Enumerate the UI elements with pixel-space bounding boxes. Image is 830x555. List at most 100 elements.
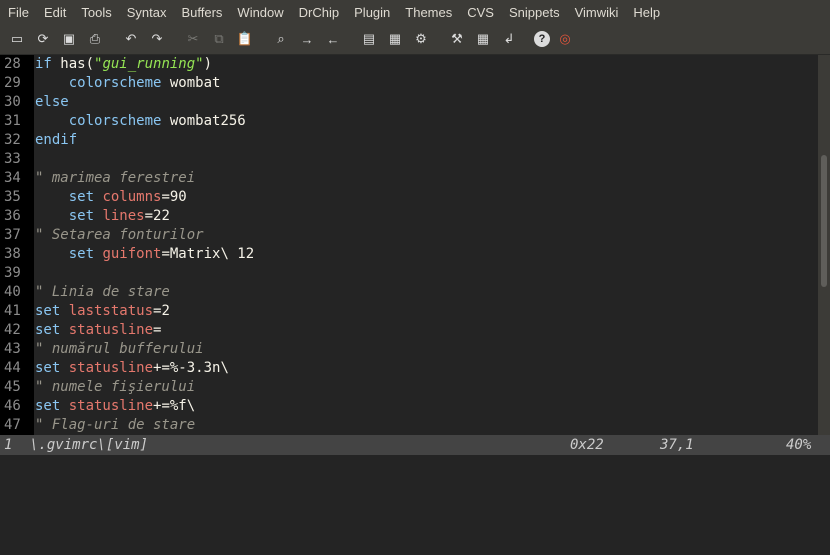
line-number: 39 bbox=[0, 264, 34, 283]
code-token: laststatus bbox=[68, 303, 154, 319]
cut-icon[interactable]: ✂ bbox=[182, 28, 204, 50]
editor-buffer[interactable]: 28 if has("gui_running") 29 colorscheme wo… bbox=[0, 55, 818, 435]
make-icon[interactable]: ⚒ bbox=[446, 28, 468, 50]
menu-cvs[interactable]: CVS bbox=[463, 5, 498, 20]
line-text: set lines=22 bbox=[34, 207, 170, 226]
line-number: 46 bbox=[0, 397, 34, 416]
code-line[interactable]: 41 set laststatus=2 bbox=[0, 302, 818, 321]
line-text bbox=[34, 264, 35, 283]
code-token: set bbox=[35, 303, 69, 319]
reload-icon[interactable]: ⟳ bbox=[32, 28, 54, 50]
help-icon[interactable]: ? bbox=[534, 31, 550, 47]
find-prev-icon[interactable]: ← bbox=[322, 28, 344, 50]
menu-drchip[interactable]: DrChip bbox=[295, 5, 343, 20]
code-token: wombat bbox=[161, 75, 221, 91]
menu-window[interactable]: Window bbox=[233, 5, 287, 20]
menu-snippets[interactable]: Snippets bbox=[505, 5, 564, 20]
menu-file[interactable]: File bbox=[4, 5, 33, 20]
line-text: set statusline= bbox=[34, 321, 161, 340]
open-icon[interactable]: ▭ bbox=[6, 28, 28, 50]
code-line[interactable]: 32 endif bbox=[0, 131, 818, 150]
status-percent: 40% bbox=[786, 437, 812, 453]
code-token: " marimea ferestrei bbox=[35, 170, 196, 186]
menu-plugin[interactable]: Plugin bbox=[350, 5, 394, 20]
status-char-code: 0x22 bbox=[570, 437, 604, 453]
line-number: 33 bbox=[0, 150, 34, 169]
find-icon[interactable]: ⌕ bbox=[270, 28, 292, 50]
line-text: " Flag-uri de stare bbox=[34, 416, 195, 435]
code-line[interactable]: 38 set guifont=Matrix\ 12 bbox=[0, 245, 818, 264]
print-icon[interactable]: ⎙ bbox=[84, 28, 106, 50]
code-line[interactable]: 29 colorscheme wombat bbox=[0, 74, 818, 93]
menu-syntax[interactable]: Syntax bbox=[123, 5, 171, 20]
code-line[interactable]: 40 " Linia de stare bbox=[0, 283, 818, 302]
menu-vimwiki[interactable]: Vimwiki bbox=[571, 5, 623, 20]
line-number: 47 bbox=[0, 416, 34, 435]
run-script-icon[interactable]: ⚙ bbox=[410, 28, 432, 50]
code-token: =22 bbox=[144, 208, 170, 224]
save-icon[interactable]: ▣ bbox=[58, 28, 80, 50]
menu-buffers[interactable]: Buffers bbox=[177, 5, 226, 20]
line-number: 29 bbox=[0, 74, 34, 93]
line-number: 34 bbox=[0, 169, 34, 188]
code-line[interactable]: 43 " numărul bufferului bbox=[0, 340, 818, 359]
tags-icon[interactable]: ▦ bbox=[472, 28, 494, 50]
line-text: set columns=90 bbox=[34, 188, 187, 207]
code-line[interactable]: 47 " Flag-uri de stare bbox=[0, 416, 818, 435]
menu-edit[interactable]: Edit bbox=[40, 5, 70, 20]
code-line[interactable]: 45 " numele fişierului bbox=[0, 378, 818, 397]
code-line[interactable]: 35 set columns=90 bbox=[0, 188, 818, 207]
vertical-scrollbar[interactable] bbox=[818, 55, 830, 435]
menu-help[interactable]: Help bbox=[629, 5, 664, 20]
code-token: colorscheme bbox=[68, 75, 162, 91]
scrollbar-thumb[interactable] bbox=[821, 155, 827, 287]
code-line[interactable]: 46 set statusline+=%f\ bbox=[0, 397, 818, 416]
code-token: set bbox=[68, 189, 103, 205]
code-line[interactable]: 28 if has("gui_running") bbox=[0, 55, 818, 74]
code-line[interactable]: 34 " marimea ferestrei bbox=[0, 169, 818, 188]
code-line[interactable]: 39 bbox=[0, 264, 818, 283]
code-token: guifont bbox=[102, 246, 162, 262]
code-line[interactable]: 37 " Setarea fonturilor bbox=[0, 226, 818, 245]
code-token: =2 bbox=[153, 303, 170, 319]
line-number: 28 bbox=[0, 55, 34, 74]
line-text: set statusline+=%-3.3n\ bbox=[34, 359, 229, 378]
line-text: " numărul bufferului bbox=[34, 340, 204, 359]
load-session-icon[interactable]: ▤ bbox=[358, 28, 380, 50]
code-token: endif bbox=[35, 132, 78, 148]
line-text: set guifont=Matrix\ 12 bbox=[34, 245, 254, 264]
save-session-icon[interactable]: ▦ bbox=[384, 28, 406, 50]
line-text: " marimea ferestrei bbox=[34, 169, 195, 188]
code-token: " numele fişierului bbox=[35, 379, 196, 395]
undo-icon[interactable]: ↶ bbox=[120, 28, 142, 50]
code-line[interactable]: 31 colorscheme wombat256 bbox=[0, 112, 818, 131]
jump-icon[interactable]: ↲ bbox=[498, 28, 520, 50]
line-number: 41 bbox=[0, 302, 34, 321]
line-text: " Setarea fonturilor bbox=[34, 226, 204, 245]
line-number: 32 bbox=[0, 131, 34, 150]
code-line[interactable]: 42 set statusline= bbox=[0, 321, 818, 340]
redo-icon[interactable]: ↷ bbox=[146, 28, 168, 50]
code-token: set bbox=[35, 398, 69, 414]
menu-themes[interactable]: Themes bbox=[401, 5, 456, 20]
line-number: 37 bbox=[0, 226, 34, 245]
code-line[interactable]: 33 bbox=[0, 150, 818, 169]
code-token: columns bbox=[102, 189, 162, 205]
paste-icon[interactable]: 📋 bbox=[234, 28, 256, 50]
code-token: statusline bbox=[68, 398, 154, 414]
command-line[interactable] bbox=[0, 455, 830, 477]
code-token: " Linia de stare bbox=[35, 284, 170, 300]
code-line[interactable]: 36 set lines=22 bbox=[0, 207, 818, 226]
line-number: 38 bbox=[0, 245, 34, 264]
find-next-icon[interactable]: → bbox=[296, 28, 318, 50]
code-line[interactable]: 30 else bbox=[0, 93, 818, 112]
lifebuoy-icon[interactable]: ◎ bbox=[554, 28, 576, 50]
code-line[interactable]: 44 set statusline+=%-3.3n\ bbox=[0, 359, 818, 378]
copy-icon[interactable]: ⧉ bbox=[208, 28, 230, 50]
code-token: has( bbox=[60, 56, 95, 72]
line-text: colorscheme wombat bbox=[34, 74, 221, 93]
code-token: else bbox=[35, 94, 69, 110]
menu-tools[interactable]: Tools bbox=[77, 5, 115, 20]
code-token: =Matrix\ 12 bbox=[161, 246, 255, 262]
